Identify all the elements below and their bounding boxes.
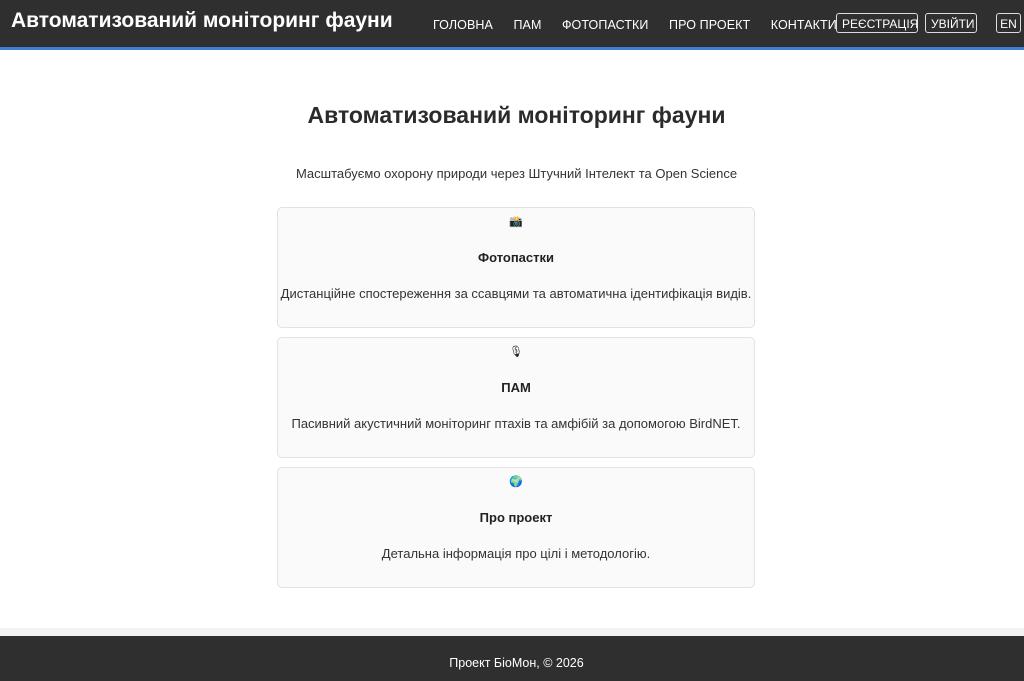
- footer-divider: [0, 628, 1024, 636]
- microphone-icon: 🎙: [509, 346, 523, 358]
- page-footer: Проект БіоМон, © 2026: [0, 636, 1024, 681]
- page-subtitle: Масштабуємо охорону природи через Штучни…: [295, 166, 738, 181]
- card-title: Фотопастки: [477, 250, 555, 265]
- nav-link-camera-traps[interactable]: ФОТОПАСТКИ: [562, 18, 649, 32]
- top-navbar: Автоматизований моніторинг фауни ГОЛОВНА…: [0, 0, 1024, 50]
- feature-card-about[interactable]: 🌍 Про проект Детальна інформація про ціл…: [277, 467, 755, 588]
- nav-link-home[interactable]: ГОЛОВНА: [433, 18, 493, 32]
- footer-copyright: Проект БіоМон, © 2026: [449, 656, 584, 670]
- card-title: Про проект: [479, 510, 553, 525]
- register-button[interactable]: РЕЄСТРАЦІЯ: [836, 13, 918, 33]
- language-switch-button[interactable]: EN: [996, 13, 1021, 33]
- nav-link-contacts[interactable]: КОНТАКТИ: [771, 18, 837, 32]
- login-button[interactable]: УВІЙТИ: [925, 13, 977, 33]
- nav-link-about[interactable]: ПРО ПРОЕКТ: [669, 18, 750, 32]
- globe-icon: 🌍: [509, 476, 523, 488]
- nav-link-pam[interactable]: ПАМ: [513, 18, 541, 32]
- site-brand[interactable]: Автоматизований моніторинг фауни: [11, 9, 393, 33]
- card-description: Дистанційне спостереження за ссавцями та…: [280, 286, 752, 301]
- page-title: Автоматизований моніторинг фауни: [307, 102, 726, 128]
- main-nav: ГОЛОВНА ПАМ ФОТОПАСТКИ ПРО ПРОЕКТ КОНТАК…: [433, 16, 853, 32]
- feature-card-pam[interactable]: 🎙 ПАМ Пасивний акустичний моніторинг пта…: [277, 337, 755, 458]
- feature-card-camera-traps[interactable]: 📸 Фотопастки Дистанційне спостереження з…: [277, 207, 755, 328]
- card-description: Детальна інформація про цілі і методолог…: [381, 546, 651, 561]
- card-title: ПАМ: [501, 380, 531, 395]
- card-description: Пасивний акустичний моніторинг птахів та…: [291, 416, 741, 431]
- camera-icon: 📸: [509, 216, 523, 228]
